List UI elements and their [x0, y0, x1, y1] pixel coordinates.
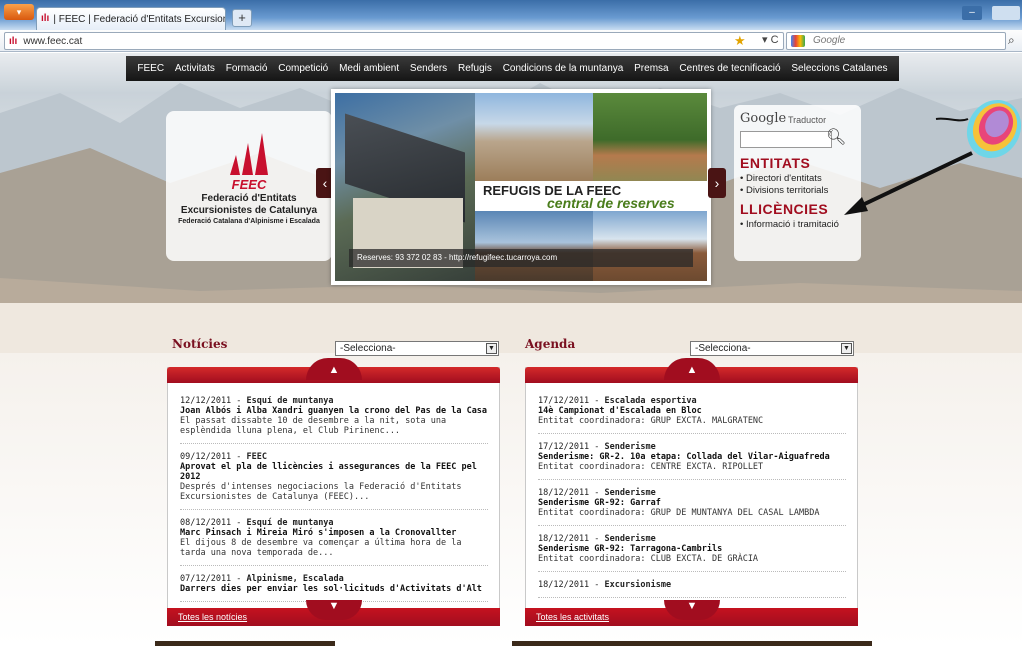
footer-image-strip — [155, 641, 335, 646]
list-item[interactable]: 08/12/2011 - Esquí de muntanya Marc Pins… — [180, 518, 488, 566]
slider-subtitle: central de reserves — [547, 195, 675, 211]
search-input[interactable]: Google — [786, 32, 1006, 50]
noticies-box: ▲ 12/12/2011 - Esquí de muntanya Joan Al… — [167, 358, 500, 626]
event-title[interactable]: Senderisme: GR-2. 10a etapa: Collada del… — [538, 452, 846, 462]
refugis-slider[interactable]: REFUGIS DE LA FEEC central de reserves R… — [331, 89, 711, 285]
event-title[interactable]: 14è Campionat d'Escalada en Bloc — [538, 406, 846, 416]
search-placeholder: Google — [813, 35, 846, 46]
page-content: FEEC Activitats Formació Competició Medi… — [0, 53, 1022, 646]
google-brand: Google — [740, 111, 787, 126]
news-title[interactable]: Marc Pinsach i Mireia Miró s'imposen a l… — [180, 528, 488, 538]
logo-name-line2: Excursionistes de Catalunya — [180, 205, 318, 216]
list-item[interactable]: 18/12/2011 - Senderisme Senderisme GR-92… — [538, 534, 846, 572]
noticies-filter-select[interactable]: -Selecciona- ▼ — [335, 341, 499, 356]
agenda-box: ▲ 17/12/2011 - Escalada esportiva 14è Ca… — [525, 358, 858, 626]
url-text: www.feec.cat — [23, 35, 83, 47]
all-events-link[interactable]: Totes les activitats — [536, 612, 609, 622]
google-translator-label: Traductor — [788, 115, 827, 125]
agenda-list[interactable]: 17/12/2011 - Escalada esportiva 14è Camp… — [538, 396, 846, 602]
agenda-heading: Agenda — [525, 337, 576, 351]
browser-tab[interactable]: ılı | FEEC | Federació d'Entitats Excurs… — [36, 7, 226, 30]
menu-item-medi-ambient[interactable]: Medi ambient — [339, 63, 399, 74]
noticies-scroll-up-button[interactable]: ▲ — [306, 358, 362, 380]
tab-title: | FEEC | Federació d'Entitats Excursioni… — [53, 13, 225, 25]
list-item[interactable]: 18/12/2011 - Senderisme Senderisme GR-92… — [538, 488, 846, 526]
google-engine-icon[interactable] — [791, 35, 805, 47]
browser-tabbar: ▾ ılı | FEEC | Federació d'Entitats Excu… — [0, 0, 1022, 30]
bookmark-star-icon[interactable]: ★ — [734, 33, 746, 49]
magnifier-icon[interactable]: 🔍︎ — [826, 127, 850, 149]
event-title[interactable]: Senderisme GR-92: Tarragona-Cambrils — [538, 544, 846, 554]
refuge-photo-valley — [475, 211, 593, 281]
menu-item-centres[interactable]: Centres de tecnificació — [679, 63, 780, 74]
translator-input[interactable] — [740, 131, 832, 148]
menu-item-senders[interactable]: Senders — [410, 63, 447, 74]
firefox-menu-button[interactable]: ▾ — [4, 4, 34, 20]
agenda-filter-select[interactable]: -Selecciona- ▼ — [690, 341, 854, 356]
list-item[interactable]: 18/12/2011 - Excursionisme — [538, 580, 846, 598]
news-title[interactable]: Darrers dies per enviar les sol·licituds… — [180, 584, 488, 594]
refuge-photo-stone — [475, 93, 593, 181]
refuge-photo-chalet — [593, 211, 707, 281]
slider-title-box: REFUGIS DE LA FEEC central de reserves — [479, 181, 707, 211]
menu-item-seleccions[interactable]: Seleccions Catalanes — [791, 63, 887, 74]
main-menu: FEEC Activitats Formació Competició Medi… — [126, 56, 899, 81]
search-go-icon[interactable]: ⌕ — [1008, 33, 1015, 48]
agenda-select-value: -Selecciona- — [695, 343, 751, 354]
news-title[interactable]: Joan Albós i Alba Xandri guanyen la cron… — [180, 406, 488, 416]
noticies-heading: Notícies — [172, 337, 228, 351]
footer-image-strip — [512, 641, 872, 646]
slider-next-button[interactable]: › — [708, 168, 726, 198]
event-title[interactable]: Senderisme GR-92: Garraf — [538, 498, 846, 508]
list-item[interactable]: 09/12/2011 - FEEC Aprovat el pla de llic… — [180, 452, 488, 510]
slider-caption: Reserves: 93 372 02 83 - http://refugife… — [349, 249, 693, 267]
list-item[interactable]: 17/12/2011 - Escalada esportiva 14è Camp… — [538, 396, 846, 434]
browser-navbar: ılı www.feec.cat ★ ▾ C Google ⌕ — [0, 30, 1022, 52]
entitats-heading[interactable]: ENTITATS — [740, 155, 810, 171]
agenda-scroll-up-button[interactable]: ▲ — [664, 358, 720, 380]
menu-item-formacio[interactable]: Formació — [226, 63, 268, 74]
list-item[interactable]: 12/12/2011 - Esquí de muntanya Joan Albó… — [180, 396, 488, 444]
menu-item-feec[interactable]: FEEC — [137, 63, 164, 74]
site-identity-icon[interactable]: ılı — [9, 36, 17, 47]
mouse-illustration-icon — [935, 99, 1022, 159]
new-tab-button[interactable]: + — [232, 9, 252, 27]
menu-item-competicio[interactable]: Competició — [278, 63, 328, 74]
divisions-link[interactable]: • Divisions territorials — [740, 185, 828, 196]
dropdown-arrow-icon[interactable]: ▼ — [841, 343, 852, 354]
all-news-link[interactable]: Totes les notícies — [178, 612, 247, 622]
maximize-icon[interactable] — [992, 6, 1020, 20]
list-item[interactable]: 07/12/2011 - Alpinisme, Escalada Darrers… — [180, 574, 488, 602]
menu-item-refugis[interactable]: Refugis — [458, 63, 492, 74]
minimize-icon[interactable]: – — [962, 6, 982, 20]
reload-icon[interactable]: ▾ C — [762, 33, 779, 46]
logo-name-line3: Federació Catalana d'Alpinisme i Escalad… — [178, 218, 320, 225]
directori-link[interactable]: • Directori d'entitats — [740, 173, 822, 184]
menu-item-activitats[interactable]: Activitats — [175, 63, 215, 74]
feec-logo[interactable]: FEEC Federació d'Entitats Excursionistes… — [166, 111, 332, 261]
feec-logo-mark-icon — [230, 133, 268, 175]
noticies-list[interactable]: 12/12/2011 - Esquí de muntanya Joan Albó… — [180, 396, 488, 602]
dropdown-arrow-icon[interactable]: ▼ — [486, 343, 497, 354]
llicencies-heading[interactable]: LLICÈNCIES — [740, 201, 828, 217]
list-item[interactable]: 17/12/2011 - Senderisme Senderisme: GR-2… — [538, 442, 846, 480]
feec-favicon-icon: ılı — [41, 13, 50, 24]
informacio-tramitacio-link[interactable]: • Informació i tramitació — [740, 219, 839, 230]
noticies-select-value: -Selecciona- — [340, 343, 396, 354]
menu-item-condicions[interactable]: Condicions de la muntanya — [503, 63, 624, 74]
menu-item-premsa[interactable]: Premsa — [634, 63, 668, 74]
logo-name-line1: Federació d'Entitats — [201, 193, 297, 204]
news-title[interactable]: Aprovat el pla de llicències i asseguran… — [180, 462, 488, 482]
logo-acronym: FEEC — [231, 177, 267, 192]
address-bar[interactable]: ılı www.feec.cat — [4, 32, 784, 50]
